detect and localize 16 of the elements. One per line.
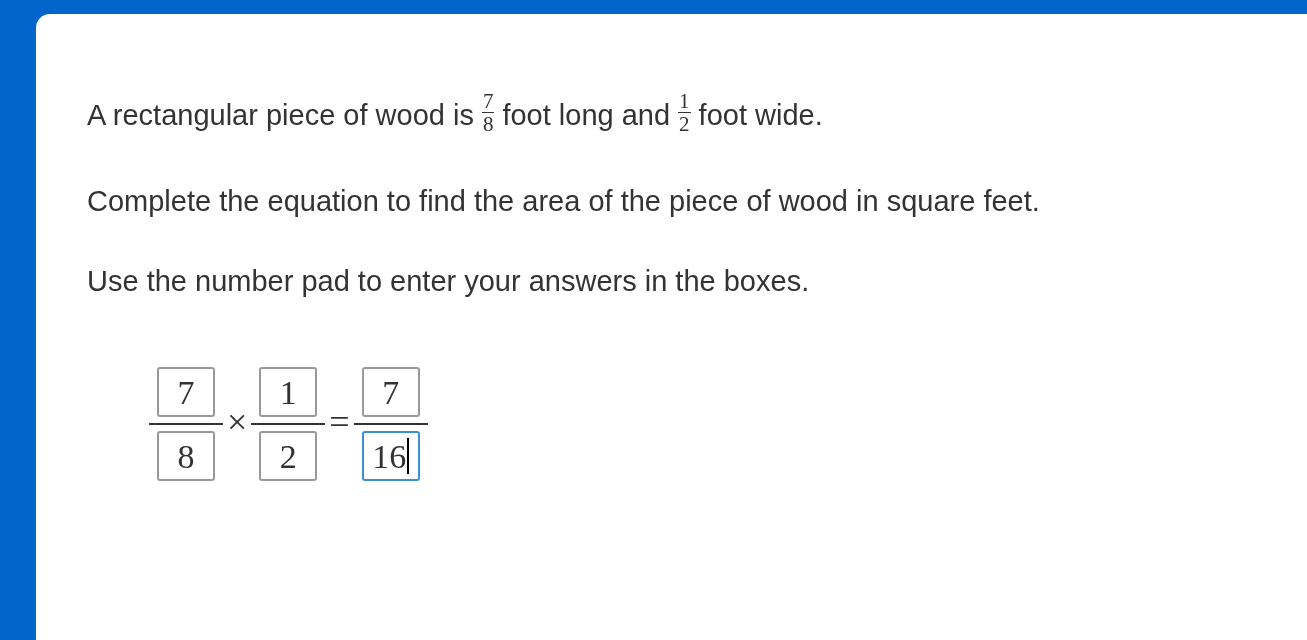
question-text: A rectangular piece of wood is xyxy=(87,98,474,131)
math-operator: = xyxy=(329,401,350,444)
answer-box[interactable]: 7 xyxy=(361,367,420,417)
answer-box[interactable]: 1 xyxy=(259,367,318,417)
fraction: 7 8 xyxy=(481,90,495,135)
answer-box[interactable]: 2 xyxy=(259,431,318,481)
text-cursor xyxy=(407,438,410,474)
question-text: foot wide. xyxy=(698,98,823,131)
question-text: foot long and xyxy=(502,98,671,131)
fraction: 1 2 xyxy=(678,90,691,135)
answer-box[interactable]: 8 xyxy=(157,431,215,481)
answer-box[interactable]: 7 xyxy=(157,367,215,417)
question-text: Use the number pad to enter your answers in the boxes. xyxy=(87,265,810,297)
question-text: Complete the equation to find the area of the piece of wood in square feet. xyxy=(87,185,1040,217)
answer-box[interactable]: 16 xyxy=(361,431,420,481)
math-operator: × xyxy=(227,401,248,444)
